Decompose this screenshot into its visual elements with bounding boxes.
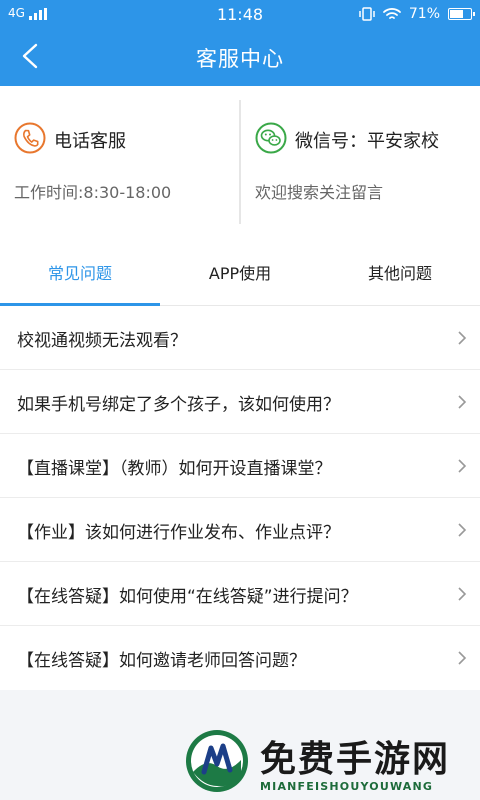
wechat-icon <box>255 122 287 154</box>
tab-common-questions[interactable]: 常见问题 <box>0 238 160 306</box>
chevron-right-icon <box>458 395 467 409</box>
page-title: 客服中心 <box>196 47 284 71</box>
faq-item[interactable]: 【在线答疑】如何使用“在线答疑”进行提问？ <box>0 562 480 626</box>
chevron-right-icon <box>458 651 467 665</box>
battery-icon <box>448 8 475 20</box>
watermark-title: 免费手游网 <box>260 739 451 780</box>
faq-question: 【在线答疑】如何使用“在线答疑”进行提问？ <box>17 587 358 607</box>
phone-service-label: 电话客服 <box>54 131 126 152</box>
customer-service-panel: 电话客服 工作时间:8:30-18:00 微信号：平安家校 欢迎搜索关注留言 <box>0 86 480 238</box>
wechat-service[interactable]: 微信号：平安家校 欢迎搜索关注留言 <box>241 86 480 238</box>
faq-tabs: 常见问题 APP使用 其他问题 <box>0 238 480 306</box>
battery-percent: 71% <box>408 6 440 22</box>
phone-service-hours: 工作时间:8:30-18:00 <box>14 183 172 202</box>
faq-question: 【在线答疑】如何邀请老师回答问题？ <box>17 651 306 671</box>
wifi-icon <box>382 8 401 19</box>
wechat-service-note: 欢迎搜索关注留言 <box>255 183 384 202</box>
chevron-right-icon <box>458 587 467 601</box>
site-watermark: 免费手游网 MIANFEISHOUYOUWANG <box>184 728 474 800</box>
faq-item[interactable]: 校视通视频无法观看？ <box>0 306 480 370</box>
faq-item[interactable]: 【直播课堂】（教师）如何开设直播课堂？ <box>0 434 480 498</box>
faq-question: 【作业】该如何进行作业发布、作业点评？ <box>17 523 340 543</box>
faq-item[interactable]: 【在线答疑】如何邀请老师回答问题？ <box>0 626 480 690</box>
wechat-service-label: 微信号：平安家校 <box>295 131 439 152</box>
phone-service[interactable]: 电话客服 工作时间:8:30-18:00 <box>0 86 240 238</box>
faq-question: 如果手机号绑定了多个孩子，该如何使用？ <box>17 395 340 415</box>
watermark-subtitle: MIANFEISHOUYOUWANG <box>260 780 434 793</box>
status-bar: 4G 11:48 71% <box>0 0 480 30</box>
watermark-logo <box>186 730 248 792</box>
status-right: 71% <box>359 6 475 22</box>
tab-other-questions[interactable]: 其他问题 <box>320 238 480 306</box>
phone-icon <box>14 122 46 154</box>
app-header: 4G 11:48 71% 客服中心 <box>0 0 480 86</box>
chevron-right-icon <box>458 523 467 537</box>
chevron-right-icon <box>458 459 467 473</box>
tab-app-usage[interactable]: APP使用 <box>160 238 320 306</box>
faq-list: 校视通视频无法观看？ 如果手机号绑定了多个孩子，该如何使用？ 【直播课堂】（教师… <box>0 306 480 690</box>
faq-item[interactable]: 如果手机号绑定了多个孩子，该如何使用？ <box>0 370 480 434</box>
faq-question: 【直播课堂】（教师）如何开设直播课堂？ <box>17 459 332 479</box>
vibrate-icon <box>359 7 375 21</box>
faq-item[interactable]: 【作业】该如何进行作业发布、作业点评？ <box>0 498 480 562</box>
chevron-right-icon <box>458 331 467 345</box>
faq-question: 校视通视频无法观看？ <box>17 331 187 351</box>
